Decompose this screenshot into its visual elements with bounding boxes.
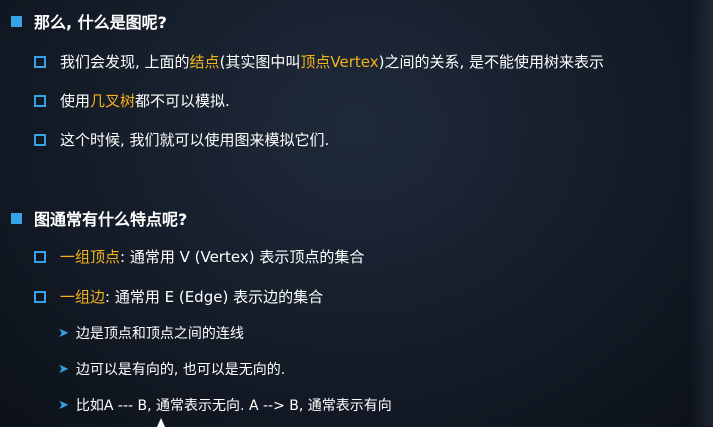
hollow-square-bullet-icon — [34, 55, 46, 68]
item-text: : 通常用 E (Edge) 表示边的集合 — [105, 288, 324, 306]
highlight-text: 顶点Vertex — [300, 53, 379, 71]
square-bullet-icon — [11, 15, 22, 27]
sub-item-text: 比如A --- B, 通常表示无向. A --> B, 通常表示有向 — [75, 398, 392, 414]
item-text: (其实图中叫 — [219, 53, 301, 71]
hollow-square-bullet-icon — [34, 133, 46, 146]
item-text: )之间的关系, 是不能使用树来表示 — [378, 53, 605, 71]
heading-text: 图通常有什么特点呢? — [34, 210, 188, 229]
bullet-item-3: 这个时候, 我们就可以使用图来模拟它们. — [34, 129, 329, 150]
item-text: 都不可以模拟. — [135, 92, 230, 110]
bullet-item-vertices: 一组顶点 : 通常用 V (Vertex) 表示顶点的集合 — [34, 246, 364, 267]
bullet-item-1: 我们会发现, 上面的 结点 (其实图中叫 顶点Vertex )之间的关系, 是不… — [34, 51, 604, 72]
hollow-square-bullet-icon — [34, 94, 46, 107]
highlight-text: 结点 — [189, 53, 220, 71]
slide-edge-fade — [691, 0, 713, 426]
sub-item-2: ➤ 边可以是有向的, 也可以是无向的. — [58, 359, 285, 379]
sub-item-1: ➤ 边是顶点和顶点之间的连线 — [58, 323, 244, 343]
highlight-text: 一组边 — [60, 288, 106, 306]
section-heading-what-is-graph: 那么, 什么是图呢? — [11, 9, 167, 33]
section-heading-graph-features: 图通常有什么特点呢? — [11, 206, 187, 230]
bullet-item-edges: 一组边 : 通常用 E (Edge) 表示边的集合 — [34, 286, 323, 307]
sub-item-text: 边可以是有向的, 也可以是无向的. — [75, 362, 286, 378]
item-text: : 通常用 V (Vertex) 表示顶点的集合 — [120, 248, 365, 266]
bullet-item-2: 使用 几叉树 都不可以模拟. — [34, 90, 230, 111]
highlight-text: 几叉树 — [90, 92, 136, 110]
arrow-bullet-icon: ➤ — [58, 397, 69, 413]
sub-item-3: ➤ 比如A --- B, 通常表示无向. A --> B, 通常表示有向 — [58, 395, 392, 415]
heading-text: 那么, 什么是图呢? — [34, 13, 167, 32]
arrow-bullet-icon: ➤ — [58, 325, 69, 341]
item-text: 使用 — [60, 92, 91, 110]
sub-item-text: 边是顶点和顶点之间的连线 — [75, 326, 244, 342]
square-bullet-icon — [11, 212, 22, 224]
item-text: 这个时候, 我们就可以使用图来模拟它们. — [60, 131, 330, 149]
highlight-text: 一组顶点 — [60, 248, 121, 266]
item-text: 我们会发现, 上面的 — [60, 53, 190, 71]
hollow-square-bullet-icon — [34, 290, 46, 303]
hollow-square-bullet-icon — [34, 250, 46, 263]
arrow-bullet-icon: ➤ — [58, 361, 69, 377]
